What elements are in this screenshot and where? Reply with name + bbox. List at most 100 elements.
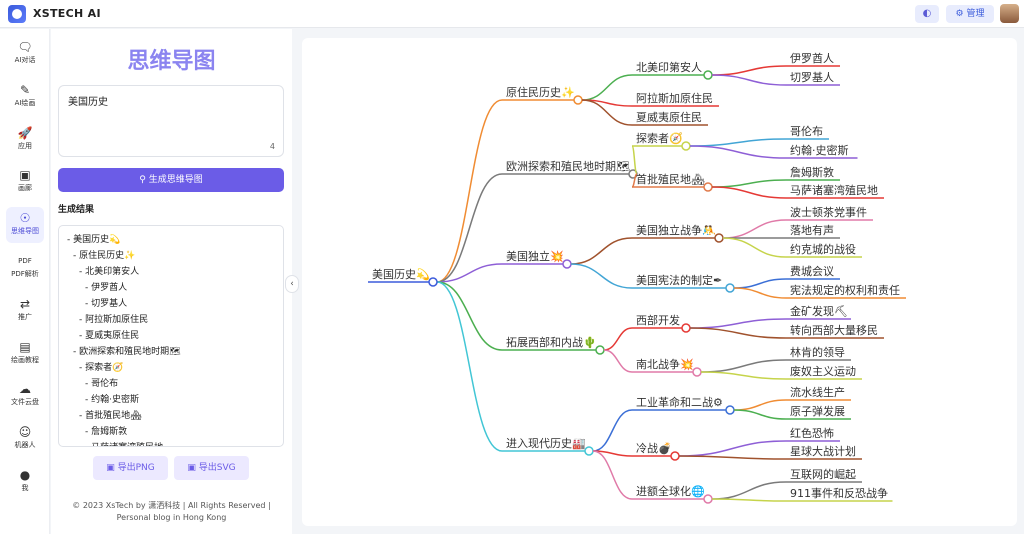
child-link — [570, 237, 633, 265]
expand-node-circle — [584, 446, 594, 456]
branch-link — [436, 99, 503, 283]
child-link — [592, 409, 633, 452]
leaf-link — [711, 179, 787, 188]
expand-node-circle — [703, 494, 713, 504]
child-link — [570, 263, 633, 289]
topic-input-value[interactable]: 美国历史 — [68, 93, 108, 108]
expand-node-circle — [725, 283, 735, 293]
rail-icon: ▤ — [19, 339, 31, 354]
expand-node-circle — [562, 259, 572, 269]
result-line: - 阿拉斯加原住民 — [79, 315, 149, 325]
child-node-label: 冷战💣 — [636, 442, 672, 456]
branch-node-label: 进入现代历史🏭 — [506, 437, 586, 450]
expand-node-circle — [573, 95, 583, 105]
leaf-link — [722, 219, 787, 239]
leaf-node-label: 911事件和反恐战争 — [790, 486, 888, 500]
leaf-link — [733, 287, 787, 299]
footer-text: © 2023 XsTech by 潇洒科技 | All Rights Reser… — [72, 501, 271, 522]
leaf-link — [700, 359, 787, 373]
rail-icon: ☺ — [18, 425, 32, 440]
result-line: - 探索者🧭 — [79, 363, 124, 373]
result-line: - 美国历史💫 — [67, 235, 121, 245]
mindmap-canvas[interactable]: 美国历史💫 原住民历史✨ 北美印第安人 伊罗酋人 切罗基人 阿拉斯加原住民 夏威夷原住民 欧洲… — [302, 38, 1017, 526]
rail-item-label: 应用 — [18, 141, 32, 150]
image-icon: ▣ — [187, 463, 199, 473]
collapse-panel-button[interactable]: ‹ — [285, 275, 299, 293]
generate-mindmap-button[interactable]: ⚲ 生成思维导图 — [58, 168, 284, 192]
expand-node-circle — [670, 451, 680, 461]
leaf-node-label: 马萨诸塞湾殖民地 — [790, 183, 878, 197]
rail-icon: PDF — [18, 257, 32, 265]
leaf-link — [722, 237, 787, 258]
leaf-node-label: 流水线生产 — [790, 385, 845, 399]
admin-button[interactable]: ⚙ 管理 — [946, 5, 994, 23]
export-png-button[interactable]: ▣ 导出PNG — [93, 456, 168, 480]
export-png-label: 导出PNG — [117, 463, 155, 473]
result-line: - 夏威夷原住民 — [79, 331, 140, 341]
leaf-link — [711, 186, 787, 199]
leaf-node-label: 宪法规定的权利和责任 — [790, 283, 900, 297]
export-svg-button[interactable]: ▣ 导出SVG — [174, 456, 249, 480]
leaf-link — [711, 481, 787, 500]
leaf-node-label: 费城会议 — [790, 265, 834, 278]
result-line: - 詹姆斯敦 — [85, 427, 128, 437]
root-node-label: 美国历史💫 — [372, 268, 430, 282]
rail-item-4[interactable]: ☉ 思维导图 — [6, 207, 44, 244]
char-count: 4 — [269, 142, 275, 151]
leaf-link — [711, 65, 787, 76]
export-svg-label: 导出SVG — [198, 463, 236, 473]
leaf-link — [733, 399, 787, 411]
generate-label: 生成思维导图 — [148, 175, 203, 185]
mindmap-panel: 思维导图 美国历史 4 ⚲ 生成思维导图 生成结果 - 美国历史💫 - 原住民历史… — [51, 29, 292, 534]
rail-item-6[interactable]: ⇄ 推广 — [6, 292, 44, 329]
rail-item-label: 机器人 — [14, 441, 36, 450]
wechat-icon[interactable]: ◐ — [915, 5, 939, 23]
expand-node-circle — [681, 323, 691, 333]
child-link — [581, 74, 633, 101]
rail-item-3[interactable]: ▣ 画廊 — [6, 164, 44, 201]
leaf-node-label: 转向西部大量移民 — [790, 323, 878, 337]
result-line: - 北美印第安人 — [79, 267, 140, 277]
result-line: - 约翰·史密斯 — [85, 395, 139, 405]
bulb-icon: ⚲ — [139, 175, 149, 185]
rail-icon: ● — [19, 468, 31, 482]
rail-item-1[interactable]: ✎ AI绘画 — [6, 78, 44, 115]
expand-node-circle — [714, 233, 724, 243]
leaf-link — [689, 318, 787, 329]
top-bar: XSTECH AI ◐ ⚙ 管理 — [0, 0, 1024, 28]
rail-icon: 🚀 — [17, 125, 33, 140]
expand-node-circle — [681, 141, 691, 151]
leaf-link — [733, 278, 787, 289]
leaf-node-label: 约克城的战役 — [790, 242, 856, 256]
rail-item-5[interactable]: PDF PDF解析 — [6, 250, 44, 286]
leaf-node-label: 约翰·史密斯 — [790, 143, 849, 157]
result-line: - 哥伦布 — [85, 379, 119, 389]
app-logo[interactable] — [8, 5, 26, 23]
leaf-link — [711, 74, 787, 86]
leaf-node-label: 废奴主义运动 — [790, 364, 856, 378]
rail-item-0[interactable]: 🗨 AI对话 — [6, 36, 44, 72]
rail-item-label: 思维导图 — [11, 227, 39, 236]
avatar[interactable] — [1000, 4, 1019, 23]
leaf-node-label: 哥伦布 — [790, 124, 823, 138]
child-node-label: 首批殖民地🏘 — [636, 172, 705, 186]
leaf-node-label: 星球大战计划 — [790, 444, 856, 458]
expand-node-circle — [692, 367, 702, 377]
topic-input[interactable]: 美国历史 4 — [58, 85, 284, 157]
rail-item-8[interactable]: ☁ 文件云盘 — [6, 378, 44, 415]
result-line: - 欧洲探索和殖民地时期🗺 — [73, 347, 181, 357]
results-textarea[interactable]: - 美国历史💫 - 原住民历史✨ - 北美印第安人 - 伊罗酋人 - 切罗基人 - 阿拉斯… — [58, 225, 284, 447]
rail-item-label: 画廊 — [18, 184, 32, 193]
rail-item-label: PDF解析 — [11, 270, 39, 278]
expand-node-circle — [595, 345, 605, 355]
child-link — [603, 349, 633, 373]
rail-item-7[interactable]: ▤ 绘画教程 — [6, 335, 44, 372]
rail-item-10[interactable]: ● 我 — [6, 464, 44, 500]
child-node-label: 夏威夷原住民 — [636, 110, 702, 124]
rail-item-2[interactable]: 🚀 应用 — [6, 121, 44, 158]
rail-item-label: 绘画教程 — [11, 355, 39, 364]
rail-item-label: 文件云盘 — [11, 398, 39, 407]
side-rail: 🗨 AI对话 ✎ AI绘画 🚀 应用 ▣ 画廊 ☉ 思维导图 PDF PDF解析 ⇄ 推广 ▤ 绘画教程 ☁ 文件… — [0, 29, 50, 534]
rail-item-9[interactable]: ☺ 机器人 — [6, 421, 44, 458]
leaf-link — [678, 440, 787, 457]
